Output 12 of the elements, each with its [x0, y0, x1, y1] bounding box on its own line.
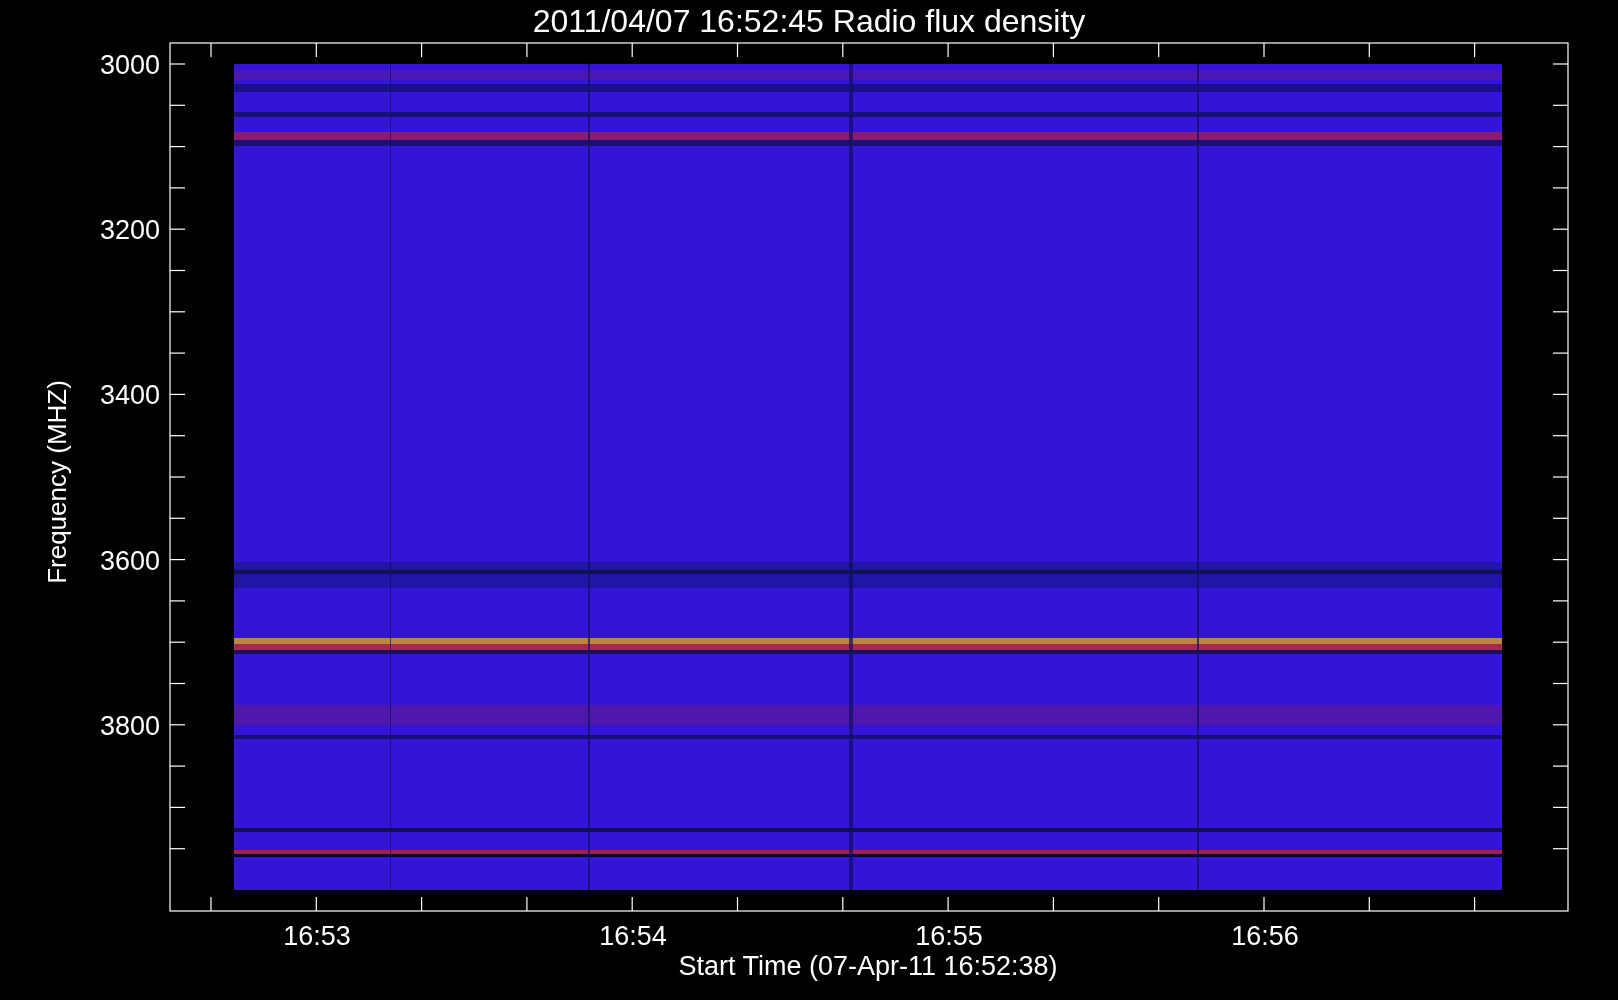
y-tick-label: 3600 [99, 545, 160, 576]
y-tick-label: 3400 [99, 380, 160, 411]
y-axis-label: Frequency (MHZ) [42, 380, 72, 584]
x-tick-label: 16:54 [599, 921, 667, 951]
x-tick-label: 16:56 [1231, 921, 1299, 951]
x-axis-label: Start Time (07-Apr-11 16:52:38) [678, 951, 1058, 981]
y-tick-label: 3800 [99, 710, 160, 741]
y-tick-label: 3000 [99, 50, 160, 80]
x-tick-label: 16:53 [283, 921, 351, 951]
chart-title: 2011/04/07 16:52:45 Radio flux density [532, 3, 1086, 39]
y-tick-label: 3200 [99, 215, 160, 246]
x-tick-label: 16:55 [915, 921, 983, 951]
